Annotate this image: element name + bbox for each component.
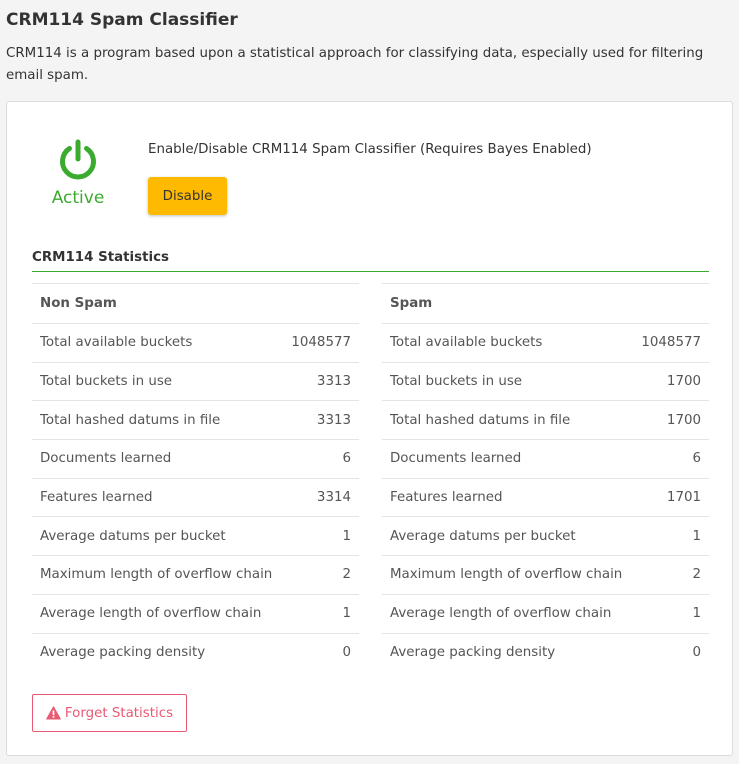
stat-value: 6 [692,451,701,467]
stat-label: Average packing density [40,645,206,661]
stat-value: 2 [692,567,701,583]
status-indicator: Active [47,138,109,208]
stat-value: 1 [692,528,701,544]
table-row: Total available buckets 1048577 [382,324,709,363]
stat-label: Documents learned [390,451,522,467]
disable-button[interactable]: Disable [148,177,227,215]
stat-label: Average datums per bucket [40,528,226,544]
forget-statistics-button[interactable]: Forget Statistics [32,694,187,732]
table-row: Average length of overflow chain 1 [32,595,359,634]
crm114-card: Active Enable/Disable CRM114 Spam Classi… [6,101,733,756]
spam-header: Spam [382,284,709,324]
page-title: CRM114 Spam Classifier [6,10,238,30]
table-row: Total buckets in use 1700 [382,363,709,402]
stat-value: 1 [342,528,351,544]
table-row: Documents learned 6 [32,440,359,479]
stat-label: Average packing density [390,645,556,661]
stat-label: Features learned [40,490,153,506]
table-row: Average datums per bucket 1 [32,517,359,557]
stat-label: Features learned [390,490,503,506]
table-row: Total available buckets 1048577 [32,324,359,363]
non-spam-header: Non Spam [32,284,359,324]
stat-label: Total hashed datums in file [390,412,571,428]
stat-label: Total hashed datums in file [40,412,221,428]
stat-value: 1048577 [291,335,351,351]
stat-label: Maximum length of overflow chain [390,567,623,583]
statistics-heading: CRM114 Statistics [32,250,709,272]
table-row: Maximum length of overflow chain 2 [382,556,709,595]
table-row: Features learned 3314 [32,479,359,518]
forget-statistics-label: Forget Statistics [64,705,174,721]
power-icon [60,139,96,180]
stat-label: Average length of overflow chain [390,606,612,622]
table-row: Average packing density 0 [382,634,709,673]
stat-label: Total buckets in use [390,374,523,390]
table-row: Total buckets in use 3313 [32,363,359,402]
table-row: Maximum length of overflow chain 2 [32,556,359,595]
stat-label: Maximum length of overflow chain [40,567,273,583]
stat-value: 1700 [666,412,701,428]
non-spam-stats-table: Non Spam Total available buckets 1048577 … [32,283,359,672]
page-description: CRM114 is a program based upon a statist… [6,46,704,83]
table-row: Average length of overflow chain 1 [382,595,709,634]
table-row: Average datums per bucket 1 [382,517,709,557]
stat-label: Documents learned [40,451,172,467]
table-row: Total hashed datums in file 3313 [32,401,359,441]
stat-value: 3314 [316,490,351,506]
stat-value: 1 [692,606,701,622]
status-label: Active [51,188,105,208]
stat-value: 1048577 [641,335,701,351]
table-row: Average packing density 0 [32,634,359,673]
stat-label: Total buckets in use [40,374,173,390]
stat-value: 2 [342,567,351,583]
table-row: Documents learned 6 [382,440,709,479]
stat-value: 1 [342,606,351,622]
warning-icon [46,706,61,720]
stat-value: 6 [342,451,351,467]
stat-value: 0 [692,645,701,661]
stat-value: 0 [342,645,351,661]
stat-label: Average datums per bucket [390,528,576,544]
stat-value: 1700 [666,374,701,390]
toggle-description: Enable/Disable CRM114 Spam Classifier (R… [148,142,592,157]
stat-value: 1701 [666,490,701,506]
stat-value: 3313 [316,412,351,428]
stat-label: Average length of overflow chain [40,606,262,622]
spam-stats-table: Spam Total available buckets 1048577 Tota… [382,283,709,672]
stat-value: 3313 [316,374,351,390]
table-row: Total hashed datums in file 1700 [382,401,709,441]
stat-label: Total available buckets [390,335,543,351]
stat-label: Total available buckets [40,335,193,351]
table-row: Features learned 1701 [382,479,709,518]
